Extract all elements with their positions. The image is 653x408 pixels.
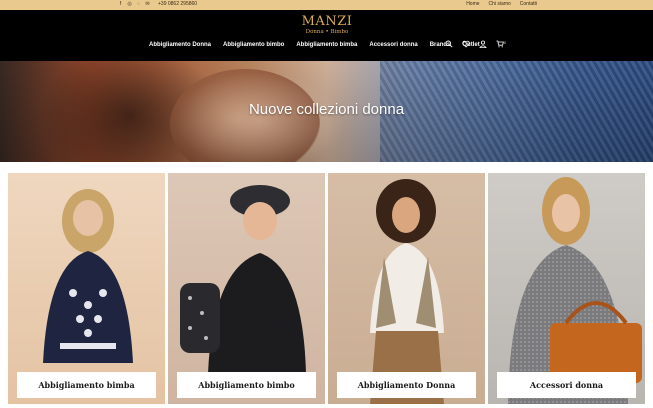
category-button[interactable]: Abbigliamento bimba [17, 372, 156, 398]
category-label: Abbigliamento bimbo [198, 380, 295, 390]
category-button[interactable]: Abbigliamento Donna [337, 372, 476, 398]
cart-count-badge: 0 [503, 40, 507, 45]
whatsapp-icon[interactable]: ◌ [136, 1, 141, 7]
category-label: Abbigliamento bimba [38, 380, 135, 390]
hero-banner[interactable]: Nuove collezioni donna [0, 61, 653, 162]
top-link-chi-siamo[interactable]: Chi siamo [489, 1, 511, 8]
logo[interactable]: MANZI Donna • Bimbo [300, 15, 354, 36]
top-bar: f ◎ ◌ ✉ +39 0862 295860 Home Chi siamo C… [0, 0, 653, 10]
email-icon[interactable]: ✉ [145, 1, 150, 7]
search-icon[interactable] [445, 40, 453, 49]
category-image [8, 173, 165, 404]
nav-item-abbigliamento-bimbo[interactable]: Abbigliamento bimbo [223, 41, 284, 49]
category-grid: Abbigliamento bimba Abbigliamento bimbo [8, 173, 646, 404]
logo-subtitle: Donna • Bimbo [305, 29, 349, 35]
category-button[interactable]: Abbigliamento bimbo [177, 372, 316, 398]
instagram-icon[interactable]: ◎ [127, 1, 132, 7]
category-card-abbigliamento-donna[interactable]: Abbigliamento Donna [328, 173, 485, 404]
header-icons: 0 [445, 40, 506, 49]
category-image [168, 173, 325, 404]
heart-icon[interactable] [462, 40, 470, 49]
top-link-home[interactable]: Home [466, 1, 479, 8]
category-label: Accessori donna [529, 380, 604, 390]
category-image [488, 173, 645, 404]
category-button[interactable]: Accessori donna [497, 372, 636, 398]
category-image [328, 173, 485, 404]
category-card-accessori-donna[interactable]: Accessori donna [488, 173, 645, 404]
main-nav: Abbigliamento Donna Abbigliamento bimbo … [149, 41, 480, 49]
nav-item-abbigliamento-bimba[interactable]: Abbigliamento bimba [296, 41, 357, 49]
nav-item-accessori-donna[interactable]: Accessori donna [369, 41, 417, 49]
social-links: f ◎ ◌ ✉ [118, 1, 150, 7]
cart-icon[interactable]: 0 [496, 40, 506, 49]
category-card-abbigliamento-bimba[interactable]: Abbigliamento bimba [8, 173, 165, 404]
facebook-icon[interactable]: f [118, 1, 123, 7]
logo-name: MANZI [301, 14, 353, 29]
top-link-contatti[interactable]: Contatti [520, 1, 537, 8]
hero-title: Nuove collezioni donna [248, 101, 405, 118]
site-header: MANZI Donna • Bimbo Abbigliamento Donna … [0, 10, 653, 61]
phone-number[interactable]: +39 0862 295860 [158, 1, 197, 8]
category-label: Abbigliamento Donna [357, 380, 456, 390]
category-card-abbigliamento-bimbo[interactable]: Abbigliamento bimbo [168, 173, 325, 404]
nav-item-abbigliamento-donna[interactable]: Abbigliamento Donna [149, 41, 211, 49]
user-icon[interactable] [479, 40, 487, 49]
top-links: Home Chi siamo Contatti [466, 1, 537, 8]
